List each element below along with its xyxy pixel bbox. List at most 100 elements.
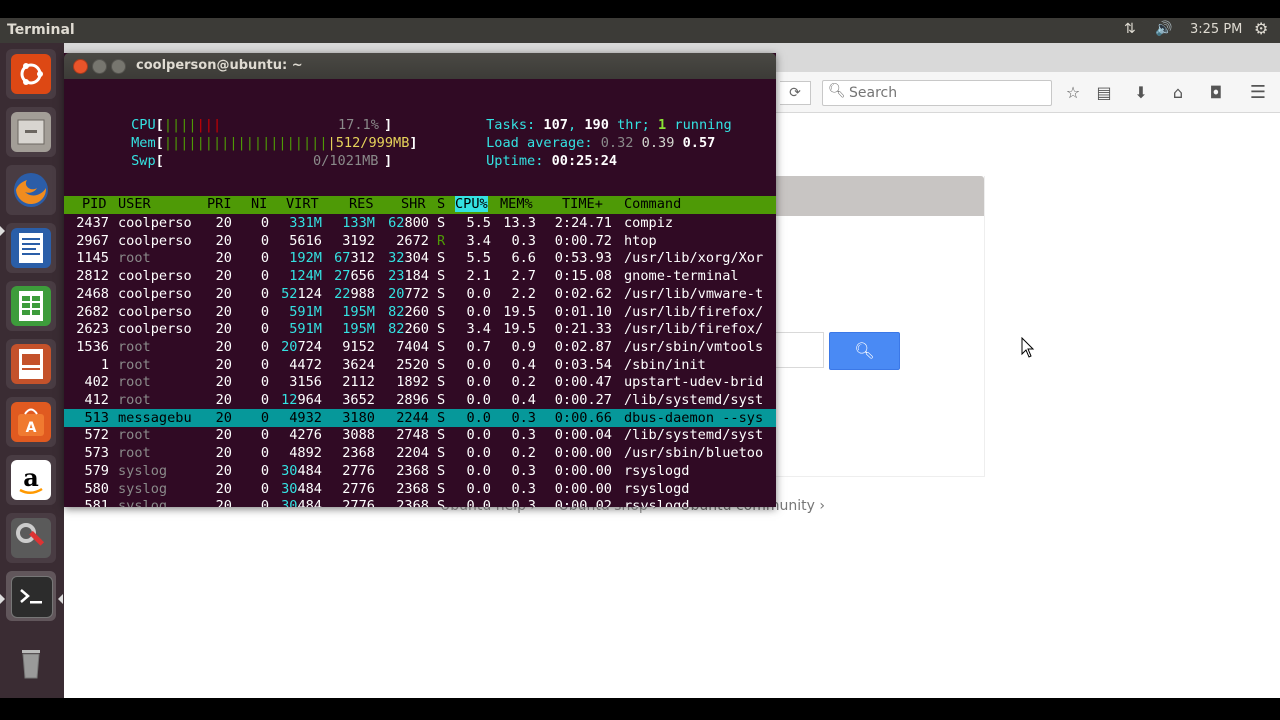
cell-pid: 1 [100, 356, 109, 373]
column-header-shr[interactable]: SHR [401, 196, 426, 212]
cell-pri: 20 [215, 338, 232, 355]
clock[interactable]: 3:25 PM [1190, 22, 1242, 37]
table-row[interactable]: 513 messagebu 20 0 4932 3180 2244 S 0.0 0.3 0:00.6… [64, 408, 776, 427]
page-search-input[interactable] [776, 332, 824, 368]
firefox-icon[interactable] [6, 165, 56, 215]
cell-res: 2776 [342, 498, 375, 507]
browser-search-box[interactable]: 🔍︎ [822, 80, 1052, 106]
network-icon[interactable]: ⇅ [1124, 21, 1136, 37]
cell-cpu: 3.4 [466, 232, 491, 249]
terminal-title: coolperson@ubuntu: ~ [136, 58, 303, 73]
table-row[interactable]: 412 root 20 0 12964 3652 2896 S 0.0 0.4 0:00.27/li… [64, 391, 776, 409]
cell-res: 67312 [334, 250, 375, 267]
swap-meter: Swp[0/1021MB] [131, 153, 393, 169]
cell-pri: 20 [215, 409, 232, 426]
column-header-res[interactable]: RES [349, 196, 374, 212]
cell-user: coolperso [118, 268, 192, 285]
cell-res: 22988 [334, 285, 375, 302]
column-header-command[interactable]: Command [624, 196, 681, 212]
maximize-icon[interactable] [111, 59, 126, 74]
volume-icon[interactable]: 🔊 [1155, 21, 1172, 37]
cell-time: 0:21.33 [554, 321, 612, 338]
table-row[interactable]: 2812 coolperso 20 0 124M 27656 23184 S 2.1 2.7 0:1… [64, 267, 776, 285]
pocket-icon[interactable]: ◘ [1206, 83, 1226, 103]
cell-cmd: rsyslogd [624, 498, 690, 507]
column-header-pid[interactable]: PID [82, 196, 107, 212]
bookmark-star-icon[interactable]: ☆ [1063, 83, 1083, 103]
column-header-cpu[interactable]: CPU% [455, 196, 488, 212]
running-indicator [0, 226, 5, 236]
system-settings-icon[interactable] [6, 513, 56, 563]
cell-virt: 4276 [289, 427, 322, 444]
calc-icon[interactable] [6, 281, 56, 331]
impress-icon[interactable] [6, 339, 56, 389]
cell-cpu: 3.4 [466, 321, 491, 338]
writer-icon[interactable] [6, 223, 56, 273]
table-row[interactable]: 402 root 20 0 3156 2112 1892 S 0.0 0.2 0:00.47 upst… [64, 373, 776, 391]
cell-mem: 19.5 [503, 321, 536, 338]
table-row[interactable]: 1536 root 20 0 20724 9152 7404 S 0.7 0.9 0:02.87/u… [64, 338, 776, 356]
uptime-meter: Uptime: 00:25:24 [486, 153, 618, 169]
cell-time: 0:00.04 [554, 427, 612, 444]
cell-res: 3652 [342, 392, 375, 408]
cell-shr: 2368 [396, 480, 429, 497]
cell-shr: 82260 [388, 303, 429, 320]
column-header-s[interactable]: S [437, 196, 445, 212]
table-row[interactable]: 1 root 20 0 4472 3624 2520 S 0.0 0.4 0:03.54/sbin/… [64, 356, 776, 374]
terminal-launcher-icon[interactable] [6, 571, 56, 621]
cell-res: 3088 [342, 427, 375, 444]
browser-search-input[interactable] [847, 83, 1051, 103]
cell-shr: 20772 [388, 285, 429, 302]
files-icon[interactable] [6, 107, 56, 157]
reload-icon[interactable]: ⟳ [780, 81, 811, 105]
minimize-icon[interactable] [92, 59, 107, 74]
table-row[interactable]: 573 root 20 0 4892 2368 2204 S 0.0 0.2 0:00.00/usr… [64, 444, 776, 462]
reading-list-icon[interactable]: ▤ [1094, 83, 1114, 103]
cell-time: 0:03.54 [554, 356, 612, 373]
table-row[interactable]: 579 syslog 20 0 30484 2776 2368 S 0.0 0.3 0:00.00 r… [64, 462, 776, 480]
cell-user: coolperso [118, 215, 192, 231]
dash-icon[interactable] [6, 49, 56, 99]
column-header-time[interactable]: TIME+ [562, 196, 603, 212]
table-row[interactable]: 2967 coolperso 20 0 5616 3192 2672 R 3.4 0.3 0:00.… [64, 232, 776, 250]
table-row[interactable]: 580 syslog 20 0 30484 2776 2368 S 0.0 0.3 0:00.00 r… [64, 480, 776, 498]
cell-shr: 2204 [396, 445, 429, 462]
menu-icon[interactable]: ☰ [1248, 83, 1268, 103]
cell-shr: 2368 [396, 498, 429, 507]
cell-user: messagebu [118, 409, 192, 426]
cell-pri: 20 [215, 232, 232, 249]
home-icon[interactable]: ⌂ [1168, 83, 1188, 103]
column-header-ni[interactable]: NI [251, 196, 267, 212]
cell-virt: 591M [289, 303, 322, 320]
gear-icon[interactable]: ⚙ [1254, 19, 1268, 38]
process-table-header[interactable]: PID USER PRI NI VIRT RES SHR S CPU% MEM% TIME+ Comm… [64, 196, 776, 214]
table-row[interactable]: 2623 coolperso 20 0 591M 195M 82260 S 3.4 19.5 0:2… [64, 320, 776, 338]
table-row[interactable]: 581 syslog 20 0 30484 2776 2368 S 0.0 0.3 0:00.02 r… [64, 497, 776, 507]
column-header-mem[interactable]: MEM% [500, 196, 533, 212]
cell-s: S [437, 268, 446, 285]
table-row[interactable]: 2468 coolperso 20 0 52124 22988 20772 S 0.0 2.2 0:… [64, 285, 776, 303]
cell-cpu: 0.0 [466, 356, 491, 373]
terminal-titlebar[interactable]: coolperson@ubuntu: ~ [64, 53, 776, 79]
cell-s: S [437, 427, 446, 444]
page-search-button[interactable]: 🔍︎ [829, 332, 900, 370]
close-icon[interactable] [73, 59, 88, 74]
download-icon[interactable]: ⬇ [1131, 83, 1151, 103]
cell-cmd: rsyslogd [624, 462, 690, 479]
table-row[interactable]: 572 root 20 0 4276 3088 2748 S 0.0 0.3 0:00.04/lib… [64, 426, 776, 444]
column-header-user[interactable]: USER [118, 196, 151, 212]
table-row[interactable]: 2437 coolperso 20 0 331M 133M 62800 S 5.5 13.3 2:2… [64, 214, 776, 232]
cell-user: coolperso [118, 232, 192, 249]
column-header-pri[interactable]: PRI [207, 196, 232, 212]
software-center-icon[interactable]: A [6, 397, 56, 447]
amazon-icon[interactable]: a [6, 455, 56, 505]
mouse-cursor-icon [1021, 337, 1035, 358]
trash-icon[interactable] [6, 637, 56, 687]
htop-screen[interactable]: CPU[||||||| 17.1%] Mem[||||||||||||||||||… [64, 79, 776, 507]
table-row[interactable]: 1145 root 20 0 192M 67312 32304 S 5.5 6.6 0:53.93 /… [64, 249, 776, 267]
cell-cmd: /usr/sbin/vmtools [624, 338, 764, 355]
table-row[interactable]: 2682 coolperso 20 0 591M 195M 82260 S 0.0 19.5 0:0… [64, 303, 776, 321]
column-header-virt[interactable]: VIRT [286, 196, 319, 212]
cell-pri: 20 [215, 498, 232, 507]
terminal-window[interactable]: coolperson@ubuntu: ~ CPU[||||||| 17.1%] M… [64, 53, 776, 507]
